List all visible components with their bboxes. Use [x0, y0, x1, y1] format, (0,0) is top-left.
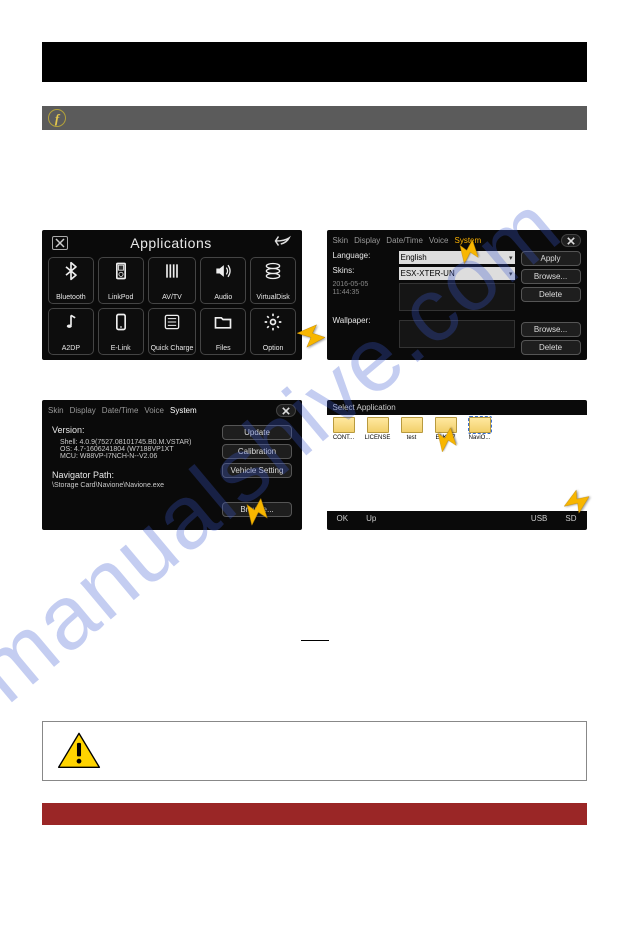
folder-icon: [333, 417, 355, 433]
language-label: Language:: [333, 251, 393, 260]
apply-button[interactable]: Apply: [521, 251, 581, 266]
tabs-row: Skin Display Date/Time Voice System: [327, 230, 587, 249]
app-avtv[interactable]: AV/TV: [148, 257, 197, 304]
browse-wallpaper-button[interactable]: Browse...: [521, 322, 581, 337]
version-os: OS: 4.7-1606241804 (W7188VP1XT: [60, 446, 212, 453]
version-label: Version:: [52, 425, 212, 435]
tab-voice[interactable]: Voice: [144, 406, 164, 415]
skins-dropdown[interactable]: ESX-XTER-UN ▾: [399, 267, 515, 280]
bluetooth-icon: [61, 261, 81, 284]
tab-display[interactable]: Display: [354, 236, 380, 245]
footer-red-bar: [42, 803, 587, 825]
warning-triangle-icon: [57, 732, 101, 770]
avtv-icon: [162, 261, 182, 284]
tab-skin[interactable]: Skin: [333, 236, 349, 245]
folder-navione[interactable]: NaviO...: [465, 417, 495, 509]
arrow-pointer-icon: [434, 426, 460, 455]
chevron-down-icon: ▾: [509, 254, 513, 262]
delete-skin-button[interactable]: Delete: [521, 287, 581, 302]
calibration-button[interactable]: Calibration: [222, 444, 292, 459]
folder-cont[interactable]: CONT...: [329, 417, 359, 509]
back-icon[interactable]: [274, 234, 292, 251]
navigator-path-value: \Storage Card\Navione\Navione.exe: [52, 482, 212, 489]
wallpaper-preview-thumb: [399, 320, 515, 348]
app-quickcharge[interactable]: Quick Charge: [148, 308, 197, 355]
app-files[interactable]: Files: [200, 308, 246, 355]
tab-system[interactable]: System: [170, 406, 197, 415]
page-number-rule: [42, 640, 587, 641]
app-elink[interactable]: E-Link: [98, 308, 144, 355]
skin-preview-thumb: [399, 283, 515, 311]
app-virtualdisk[interactable]: VirtualDisk: [250, 257, 296, 304]
quickcharge-icon: [162, 312, 182, 335]
screenshot-applications: Applications Bluetooth: [42, 230, 303, 360]
version-shell: Shell: 4.0.9(7527.08101745.B0.M.VSTAR): [60, 439, 212, 446]
elink-icon: [111, 312, 131, 335]
wallpaper-label: Wallpaper:: [333, 316, 393, 325]
file-browser-bottom-bar: OK Up USB SD: [327, 511, 587, 526]
screenshot-skin-settings: Skin Display Date/Time Voice System Lang…: [327, 230, 588, 360]
folder-icon: [401, 417, 423, 433]
browse-skin-button[interactable]: Browse...: [521, 269, 581, 284]
apps-screen-title: Applications: [130, 235, 212, 251]
app-bluetooth[interactable]: Bluetooth: [48, 257, 94, 304]
virtualdisk-icon: [263, 261, 283, 284]
folder-test[interactable]: test: [397, 417, 427, 509]
tab-voice[interactable]: Voice: [429, 236, 449, 245]
tab-datetime[interactable]: Date/Time: [102, 406, 139, 415]
version-mcu: MCU: W88VP-I7NCH-N--V2.06: [60, 453, 212, 460]
close-icon[interactable]: [276, 404, 296, 417]
folder-license[interactable]: LICENSE: [363, 417, 393, 509]
app-a2dp[interactable]: A2DP: [48, 308, 94, 355]
skins-label: Skins:: [333, 266, 393, 275]
app-linkpod[interactable]: LinkPod: [98, 257, 144, 304]
close-icon[interactable]: [561, 234, 581, 247]
tab-display[interactable]: Display: [70, 406, 96, 415]
folder-icon: [367, 417, 389, 433]
usb-button[interactable]: USB: [531, 514, 547, 523]
tab-skin[interactable]: Skin: [48, 406, 64, 415]
warning-box: [42, 721, 587, 781]
chevron-down-icon: ▾: [509, 270, 513, 278]
navigator-path-label: Navigator Path:: [52, 470, 212, 480]
app-audio[interactable]: Audio: [200, 257, 246, 304]
timestamp: 2016-05-05 11:44:35: [333, 281, 393, 296]
ok-button[interactable]: OK: [337, 514, 349, 523]
audio-icon: [213, 261, 233, 284]
screenshots-grid: Applications Bluetooth: [42, 230, 587, 530]
a2dp-icon: [61, 312, 81, 335]
screenshot-file-browser: Select Application CONT... LICENSE: [327, 400, 588, 530]
delete-wallpaper-button[interactable]: Delete: [521, 340, 581, 355]
vehicle-setting-button[interactable]: Vehicle Setting: [222, 463, 292, 478]
tab-datetime[interactable]: Date/Time: [386, 236, 423, 245]
up-button[interactable]: Up: [366, 514, 376, 523]
files-icon: [213, 312, 233, 335]
folder-icon: [469, 417, 491, 433]
info-circle-icon: f: [48, 109, 66, 127]
header-black-bar: [42, 42, 587, 82]
screenshot-system-info: Skin Display Date/Time Voice System Vers…: [42, 400, 303, 530]
file-browser-title: Select Application: [333, 403, 396, 412]
linkpod-icon: [111, 261, 131, 284]
arrow-pointer-icon: [242, 496, 270, 528]
arrow-pointer-icon: [297, 324, 325, 348]
info-grey-bar: f: [42, 106, 587, 130]
apps-grid: Bluetooth LinkPod AV/TV: [42, 255, 302, 360]
close-icon[interactable]: [52, 236, 68, 250]
arrow-pointer-icon: [456, 238, 482, 267]
app-option[interactable]: Option: [250, 308, 296, 355]
gear-icon: [263, 312, 283, 335]
tabs-row: Skin Display Date/Time Voice System: [42, 400, 302, 419]
update-button[interactable]: Update: [222, 425, 292, 440]
